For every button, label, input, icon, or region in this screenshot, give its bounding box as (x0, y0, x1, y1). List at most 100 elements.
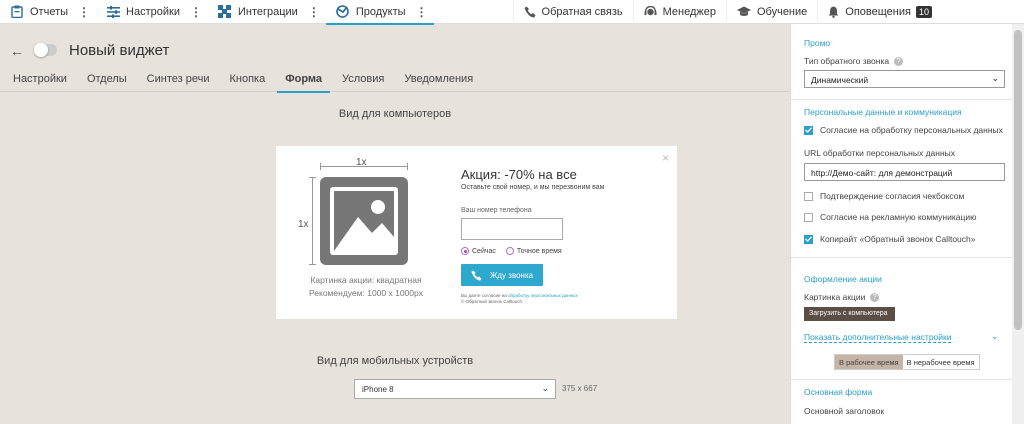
headset-icon (644, 5, 657, 18)
sliders-icon (106, 5, 120, 19)
consent-checkbox[interactable] (804, 125, 813, 135)
notifications-link[interactable]: Оповещения 10 (817, 0, 942, 24)
help-icon[interactable]: ? (870, 292, 880, 302)
desktop-view-heading: Вид для компьютеров (338, 108, 452, 120)
tab-button[interactable]: Кнопка (229, 70, 265, 92)
manager-label: Менеджер (662, 5, 716, 18)
tab-notifications[interactable]: Уведомления (404, 70, 473, 92)
notifications-badge: 10 (915, 5, 932, 18)
graduation-cap-icon (736, 6, 751, 17)
promo-subtitle: Оставьте свой номер, и мы перезвоним вам (461, 184, 605, 191)
products-icon (336, 5, 350, 19)
divider (791, 379, 1012, 380)
copyright-checkbox-row[interactable]: Копирайт «Обратный звонок Calltouch» (804, 234, 975, 244)
more-vertical-icon[interactable]: ⋮ (78, 6, 90, 18)
chevron-down-icon: ⌄ (991, 73, 999, 83)
divider (791, 257, 1012, 258)
callback-type-label-text: Тип обратного звонка (804, 56, 890, 66)
image-caption-shape: Картинка акции: квадратная (310, 275, 422, 285)
image-placeholder-icon (320, 177, 408, 265)
help-icon[interactable]: ? (894, 56, 904, 66)
nav-reports-label: Отчеты (30, 5, 69, 18)
back-arrow-icon[interactable]: ← (10, 43, 24, 59)
dimension-line-width (320, 163, 408, 170)
upload-button[interactable]: Загрузить с компьютера (804, 307, 895, 321)
manager-link[interactable]: Менеджер (632, 0, 726, 24)
more-vertical-icon[interactable]: ⋮ (416, 6, 428, 18)
settings-panel: Промо Тип обратного звонка ? Динамически… (790, 24, 1012, 424)
ads-checkbox[interactable] (804, 212, 813, 222)
copyright-checkbox[interactable] (804, 234, 813, 244)
schedule-segmented-control: В рабочее время В нерабочее время (834, 354, 980, 370)
tab-departments[interactable]: Отделы (87, 70, 127, 92)
promo-image-label: Картинка акции ? (804, 292, 880, 302)
call-me-button-label: Жду звонка (490, 270, 534, 280)
confirm-checkbox[interactable] (804, 191, 813, 201)
divider (791, 99, 1012, 100)
image-caption-size: Рекомендуем: 1000 x 1000px (308, 288, 423, 298)
mobile-view-heading: Вид для мобильных устройств (316, 355, 474, 367)
call-me-button[interactable]: Жду звонка (461, 264, 543, 286)
tab-form[interactable]: Форма (277, 70, 330, 93)
ads-checkbox-label: Согласие на рекламную коммуникацию (820, 212, 977, 222)
copyright-checkbox-label: Копирайт «Обратный звонок Calltouch» (820, 234, 976, 244)
close-icon[interactable]: × (662, 151, 669, 165)
nav-integrations[interactable]: Интеграции ⋮ (208, 0, 326, 24)
chevron-down-icon: ⌄ (541, 383, 549, 393)
url-input[interactable]: http://Демо-сайт: для демонстраций (804, 163, 1005, 181)
education-label: Обучение (756, 5, 808, 18)
device-size: 375 x 667 (562, 384, 598, 393)
nav-products[interactable]: Продукты ⋮ (325, 0, 434, 25)
double-chevron-down-icon[interactable]: ⌄ (991, 331, 999, 342)
radio-now-label: Сейчас (472, 247, 496, 255)
more-vertical-icon[interactable]: ⋮ (190, 6, 202, 18)
feedback-label: Обратная связь (541, 5, 623, 18)
top-navigation: Отчеты ⋮ Настройки ⋮ Интеграции ⋮ Продук… (0, 0, 1024, 25)
device-select-value: iPhone 8 (362, 385, 394, 394)
legal-consent-link[interactable]: обработку персональных данных (508, 293, 578, 298)
callback-type-label: Тип обратного звонка ? (804, 56, 904, 66)
phone-input[interactable] (461, 218, 563, 240)
education-link[interactable]: Обучение (725, 0, 817, 24)
tab-settings[interactable]: Настройки (13, 70, 67, 92)
radio-now[interactable] (461, 247, 469, 255)
panel-scrollbar[interactable] (1012, 24, 1024, 424)
nav-integrations-label: Интеграции (237, 5, 298, 18)
image-caption: Картинка акции: квадратная Рекомендуем: … (296, 274, 436, 300)
bell-icon (828, 6, 839, 18)
nav-settings[interactable]: Настройки ⋮ (96, 0, 208, 24)
promo-design-heading: Оформление акции (804, 274, 882, 284)
legal-text: Вы даете согласие на обработку персональ… (461, 293, 578, 305)
widget-enabled-toggle[interactable] (34, 43, 57, 57)
page-title: Новый виджет (69, 42, 170, 59)
segment-work-hours[interactable]: В рабочее время (835, 355, 903, 369)
radio-exact-time[interactable] (505, 247, 514, 255)
more-vertical-icon[interactable]: ⋮ (308, 6, 320, 18)
feedback-link[interactable]: Обратная связь (512, 0, 633, 24)
phone-icon (524, 6, 536, 18)
callback-type-select[interactable]: Динамический ⌄ (804, 70, 1005, 88)
device-select[interactable]: iPhone 8 ⌄ (354, 379, 556, 399)
widget-preview-desktop: × 1x 1x Картинка акции: квадратная Реком… (276, 146, 677, 319)
url-label: URL обработки персональных данных (804, 148, 956, 158)
callback-type-value: Динамический (811, 75, 869, 85)
consent-checkbox-row[interactable]: Согласие на обработку персональных данны… (804, 125, 1003, 135)
dimension-label-height: 1x (298, 219, 309, 230)
confirm-checkbox-row[interactable]: Подтверждение согласия чекбоксом (804, 191, 964, 201)
tab-speech-synthesis[interactable]: Синтез речи (147, 70, 210, 92)
radio-exact-time-label: Точное время (516, 247, 562, 255)
more-settings-link[interactable]: Показать дополнительные настройки (804, 332, 952, 343)
integration-icon (218, 5, 232, 19)
legal-copyright: © Обратный звонок Calltouch (461, 299, 522, 304)
scrollbar-thumb[interactable] (1014, 30, 1022, 330)
promo-title: Акция: -70% на все (461, 167, 577, 182)
main-form-heading: Основная форма (804, 387, 873, 397)
nav-settings-label: Настройки (126, 5, 180, 18)
dimension-line-height (309, 177, 316, 265)
nav-reports[interactable]: Отчеты ⋮ (0, 0, 96, 24)
tab-conditions[interactable]: Условия (342, 70, 384, 92)
confirm-checkbox-label: Подтверждение согласия чекбоксом (820, 191, 965, 201)
notifications-label: Оповещения (845, 5, 911, 18)
segment-non-work-hours[interactable]: В нерабочее время (902, 355, 979, 369)
ads-checkbox-row[interactable]: Согласие на рекламную коммуникацию (804, 212, 976, 222)
